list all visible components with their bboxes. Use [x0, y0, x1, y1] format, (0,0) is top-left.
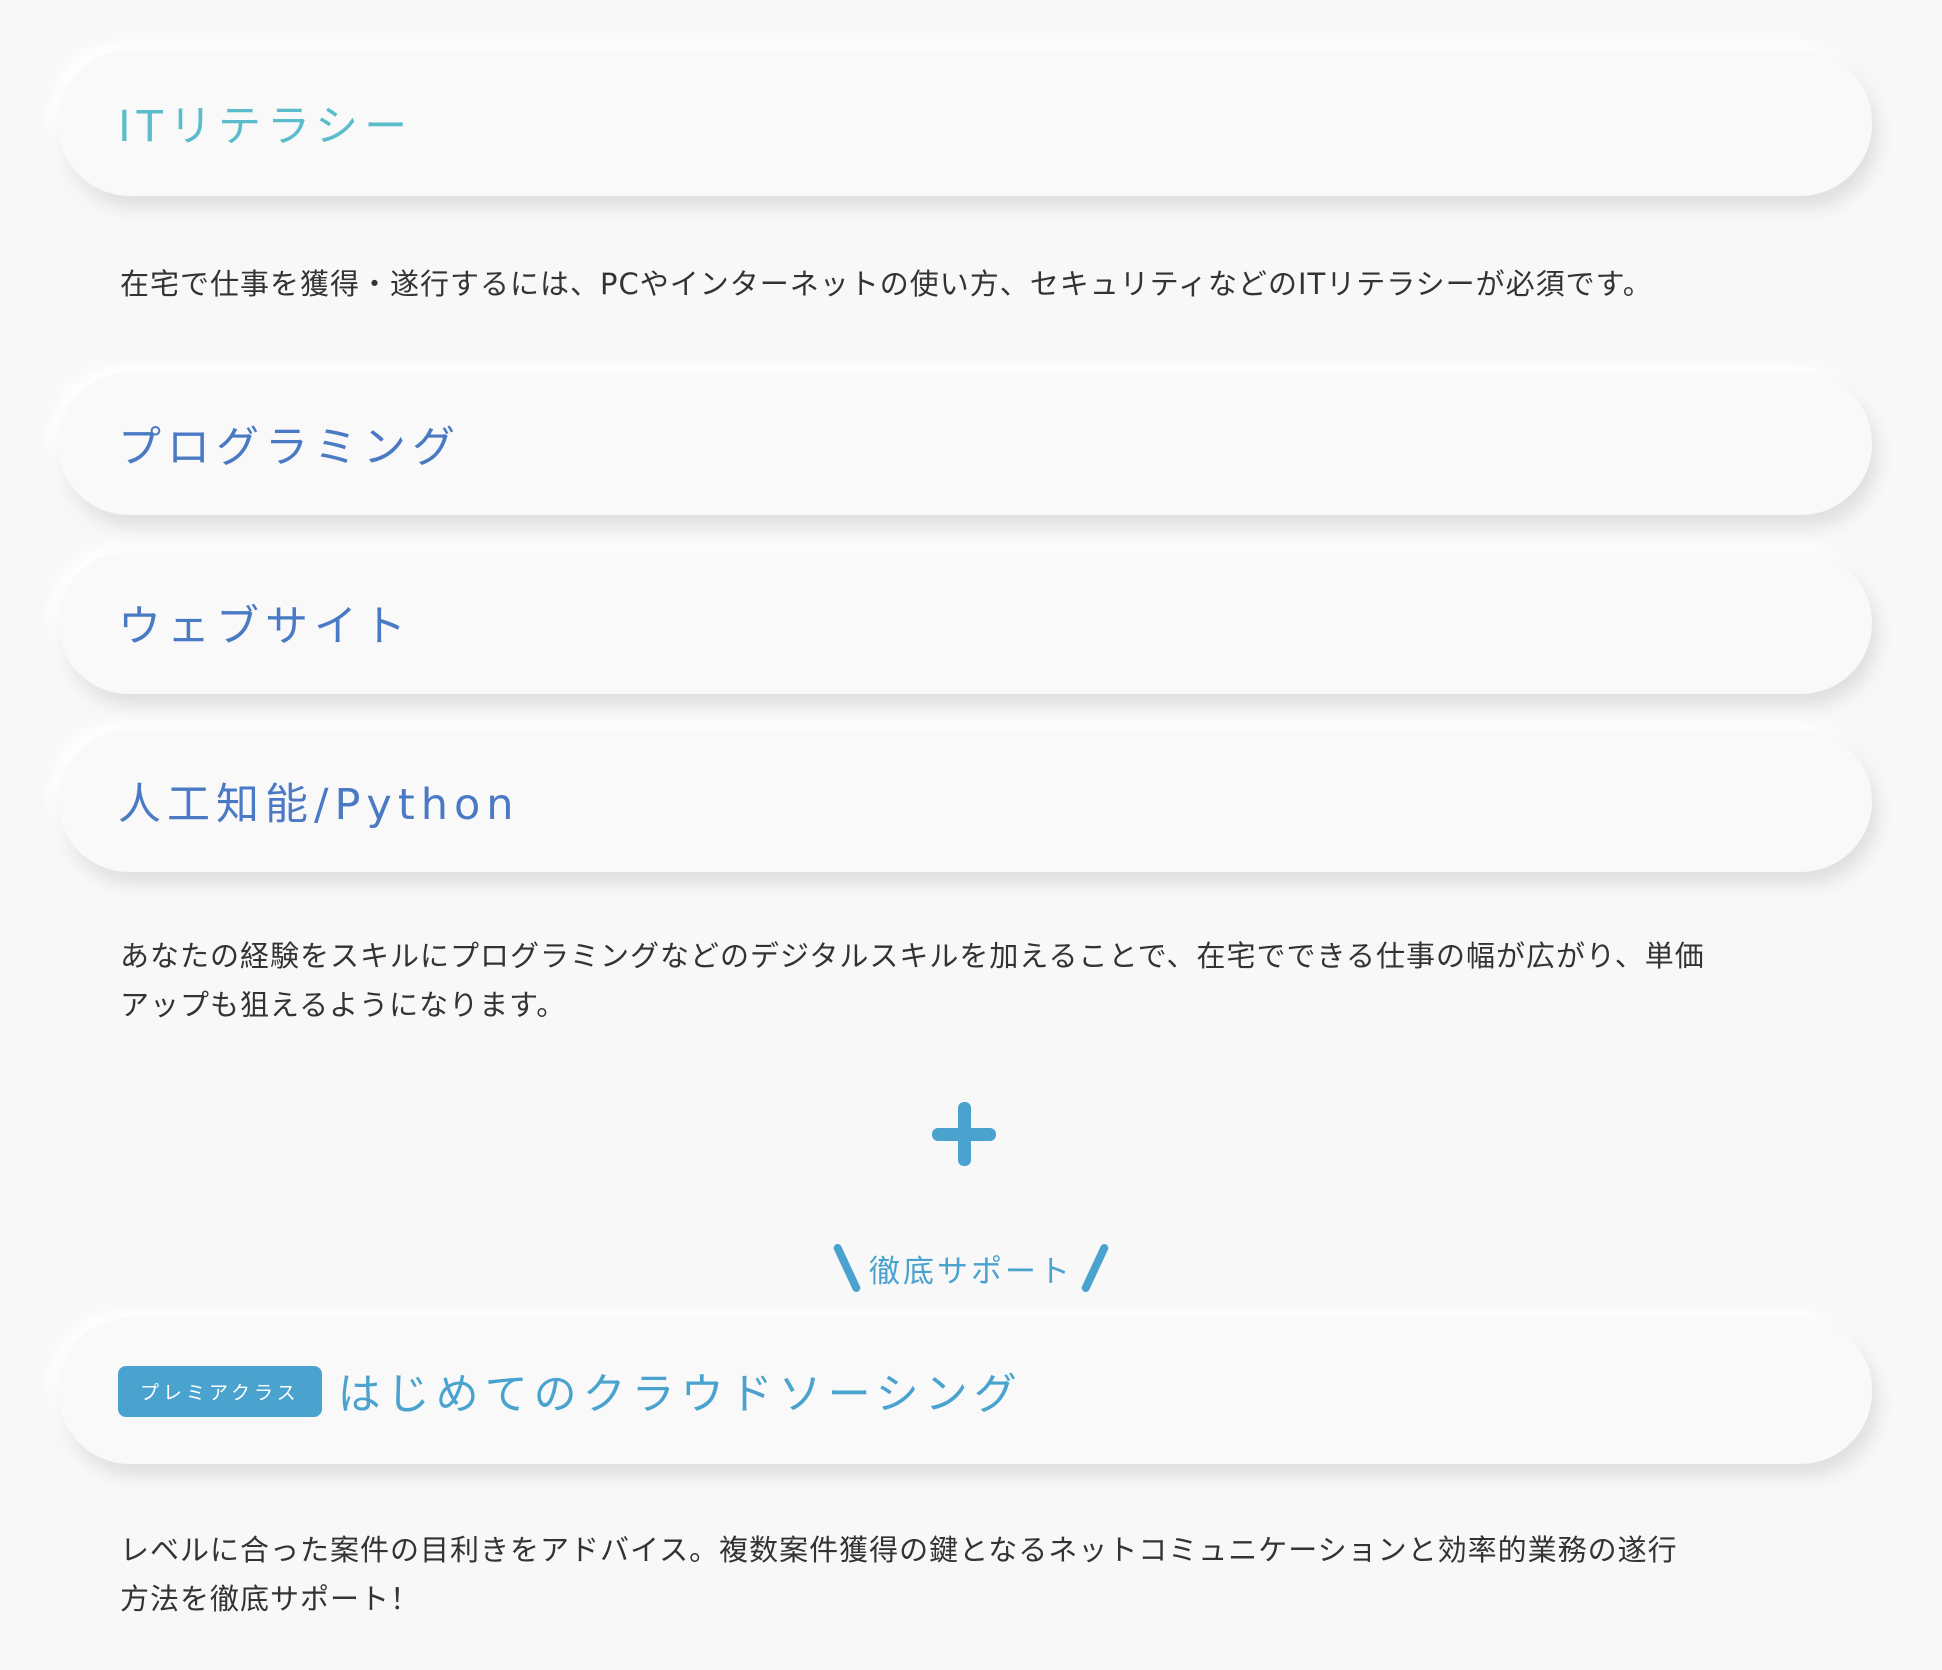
left-slash-icon [832, 1242, 862, 1294]
crowdsourcing-card[interactable]: プレミアクラス はじめてのクラウドソーシング [58, 1318, 1872, 1464]
ai-python-card[interactable]: 人工知能/Python [58, 730, 1872, 872]
plus-icon [932, 1102, 996, 1166]
crowdsourcing-line-1: レベルに合った案件の目利きをアドバイス。複数案件獲得の鍵となるネットコミュニケー… [120, 1533, 1678, 1567]
digital-skills-line-1: あなたの経験をスキルにプログラミングなどのデジタルスキルを加えることで、在宅でで… [120, 939, 1705, 973]
crowdsourcing-line-2: 方法を徹底サポート！ [120, 1582, 421, 1616]
it-literacy-card[interactable]: ITリテラシー [58, 50, 1872, 196]
right-slash-icon [1080, 1242, 1110, 1294]
premium-class-badge: プレミアクラス [118, 1365, 322, 1417]
digital-skills-line-2: アップも狙えるようになります。 [120, 988, 567, 1022]
programming-title: プログラミング [118, 423, 461, 473]
crowdsourcing-description: レベルに合った案件の目利きをアドバイス。複数案件獲得の鍵となるネットコミュニケー… [120, 1526, 1820, 1624]
crowdsourcing-title: はじめてのクラウドソーシング [337, 1370, 1023, 1420]
digital-skills-description: あなたの経験をスキルにプログラミングなどのデジタルスキルを加えることで、在宅でで… [120, 932, 1820, 1030]
ai-python-title: 人工知能/Python [118, 780, 520, 830]
it-literacy-title: ITリテラシー [118, 102, 414, 152]
programming-card[interactable]: プログラミング [58, 373, 1872, 515]
website-title: ウェブサイト [118, 602, 412, 652]
plus-icon-vertical [958, 1102, 971, 1166]
website-card[interactable]: ウェブサイト [58, 552, 1872, 694]
support-label: 徹底サポート [869, 1253, 1073, 1290]
support-callout: 徹底サポート [0, 1240, 1942, 1296]
it-literacy-description: 在宅で仕事を獲得・遂行するには、PCやインターネットの使い方、セキュリティなどの… [120, 267, 1653, 301]
